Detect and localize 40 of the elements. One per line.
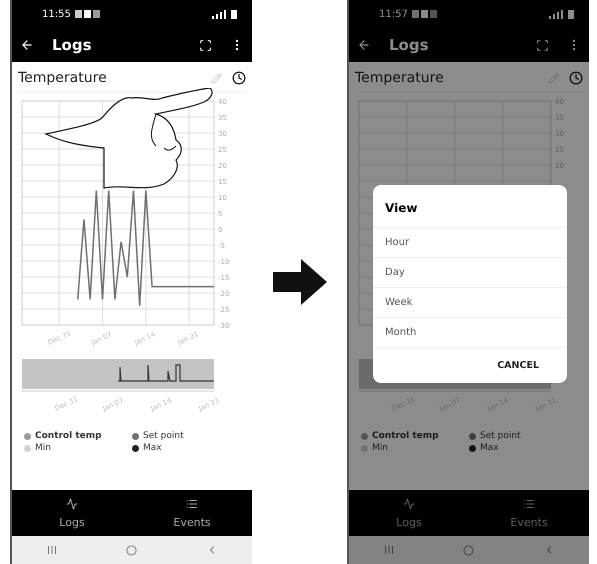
card-title: Temperature <box>355 70 445 86</box>
chart-icon <box>66 498 78 510</box>
range-selector[interactable] <box>22 359 214 389</box>
app-title: Logs <box>389 36 430 54</box>
clock-icon[interactable] <box>569 71 583 85</box>
legend-label[interactable]: Set point <box>143 431 184 441</box>
dialog-option[interactable]: Hour <box>373 228 567 258</box>
dialog-option[interactable]: Day <box>373 258 567 288</box>
legend-label[interactable]: Control temp <box>35 431 102 441</box>
legend-label[interactable]: Set point <box>480 431 521 441</box>
cancel-button[interactable]: CANCEL <box>485 348 567 383</box>
home-icon[interactable] <box>126 544 136 556</box>
legend-label[interactable]: Max <box>143 443 162 453</box>
fullscreen-icon[interactable] <box>536 38 549 52</box>
legend-label[interactable]: Min <box>372 443 388 453</box>
home-icon[interactable] <box>462 544 474 556</box>
signal-battery-icon <box>549 10 575 18</box>
card-title: Temperature <box>18 70 108 86</box>
status-time: 11:57 <box>379 8 408 20</box>
status-time: 11:55 <box>42 8 71 20</box>
nav-tab[interactable]: Events <box>132 490 252 536</box>
notification-icons <box>74 10 101 18</box>
nav-tab[interactable]: Logs <box>12 490 132 536</box>
back-icon[interactable] <box>20 38 34 52</box>
legend-label[interactable]: Max <box>480 443 499 453</box>
recents-icon[interactable] <box>384 545 394 555</box>
clock-icon[interactable] <box>232 71 246 85</box>
recents-icon[interactable] <box>46 545 56 555</box>
signal-battery-icon <box>212 10 238 18</box>
dialog-title: View <box>373 191 567 228</box>
legend-label[interactable]: Min <box>35 443 51 453</box>
chart-icon <box>403 498 415 510</box>
dialog-option[interactable]: Week <box>373 288 567 318</box>
fullscreen-icon[interactable] <box>199 38 212 52</box>
app-title: Logs <box>52 36 93 54</box>
notification-icons <box>412 10 438 18</box>
right-arrow-icon <box>272 259 326 305</box>
legend-label[interactable]: Control temp <box>372 431 439 441</box>
dialog-option[interactable]: Month <box>373 318 567 348</box>
back-icon[interactable] <box>357 38 371 52</box>
